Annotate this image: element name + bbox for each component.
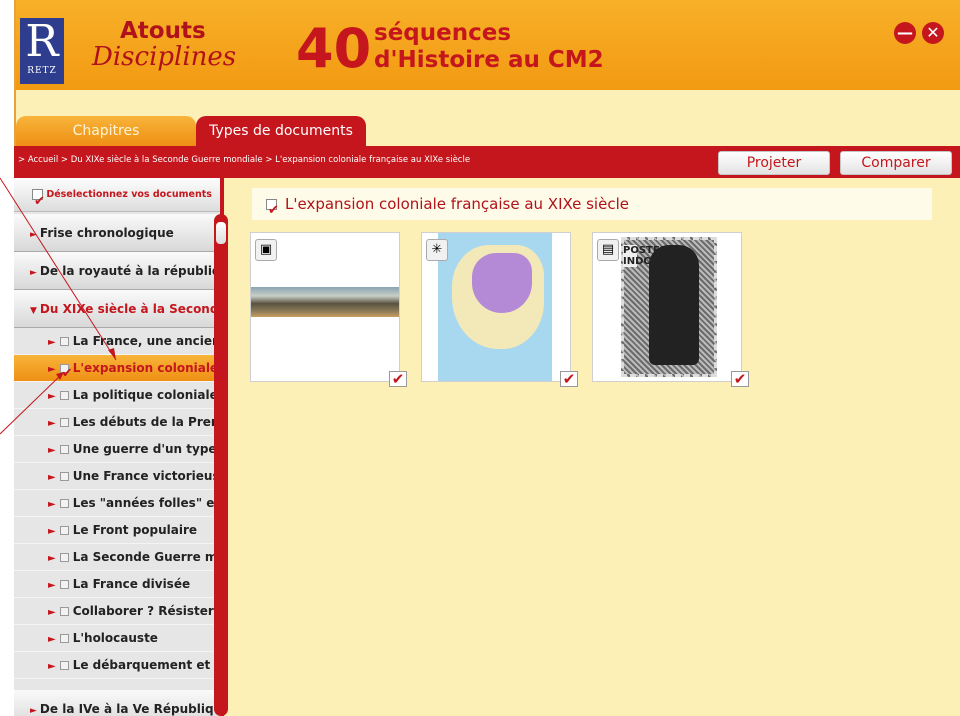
annotation-arrow-2: [0, 371, 65, 435]
arrowhead-1: [108, 348, 116, 360]
annotation-arrow-1: [0, 177, 117, 361]
annotation-arrows: [0, 177, 117, 435]
